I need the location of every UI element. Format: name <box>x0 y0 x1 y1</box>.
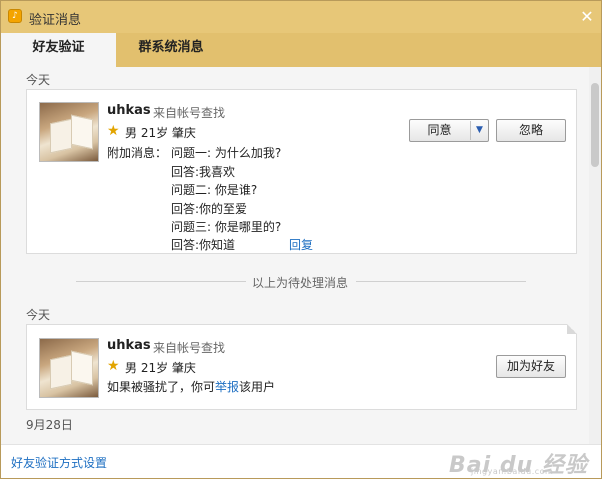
day-label-sep28: 9月28日 <box>26 418 73 432</box>
avatar[interactable] <box>39 102 99 162</box>
avatar[interactable] <box>39 338 99 398</box>
vertical-scrollbar[interactable] <box>589 67 601 444</box>
harass-notice: 如果被骚扰了，你可举报该用户 <box>107 380 276 394</box>
username[interactable]: uhkas <box>107 103 151 118</box>
verification-messages-window: ♪ 验证消息 ✕ 好友验证 群系统消息 今天 uhkas 来自帐号查找 ★ 男 … <box>0 0 602 479</box>
speaker-icon: ♪ <box>8 9 22 23</box>
question-3: 问题三: 你是哪里的? <box>171 220 282 234</box>
baidu-jingyan-watermark: Bai du 经验 jingyan.baidu.com <box>449 453 588 478</box>
scroll-thumb[interactable] <box>591 83 599 167</box>
question-1: 问题一: 为什么加我? <box>171 146 282 160</box>
footer-bar: 好友验证方式设置 Bai du 经验 jingyan.baidu.com <box>1 444 601 478</box>
close-icon[interactable]: ✕ <box>579 9 595 25</box>
dropdown-arrow-icon[interactable]: ▼ <box>470 121 488 140</box>
request-source: 来自帐号查找 <box>153 106 226 120</box>
day-label-handled: 今天 <box>26 308 51 322</box>
answer-1: 回答:我喜欢 <box>171 165 236 179</box>
divider-text: 以上为待处理消息 <box>252 276 349 290</box>
window-title: 验证消息 <box>29 13 82 28</box>
tab-friend-verification[interactable]: 好友验证 <box>1 33 116 67</box>
star-icon: ★ <box>107 358 120 374</box>
tab-group-system-messages[interactable]: 群系统消息 <box>116 33 226 67</box>
reply-link[interactable]: 回复 <box>289 236 313 253</box>
handled-request-card: uhkas 来自帐号查找 ★ 男 21岁 肇庆 如果被骚扰了，你可举报该用户 加… <box>26 324 577 410</box>
question-2: 问题二: 你是谁? <box>171 183 258 197</box>
user-info: 男 21岁 肇庆 <box>125 361 196 375</box>
pending-divider: 以上为待处理消息 <box>26 274 577 290</box>
agree-button[interactable]: 同意 <box>410 120 469 141</box>
report-link[interactable]: 举报 <box>215 380 239 394</box>
answer-2: 回答:你的至爱 <box>171 202 248 216</box>
message-list: 今天 uhkas 来自帐号查找 ★ 男 21岁 肇庆 附加消息： 问题一: 为什… <box>1 67 601 444</box>
extra-message-label: 附加消息： <box>107 146 168 160</box>
ignore-button[interactable]: 忽略 <box>496 119 566 142</box>
user-info: 男 21岁 肇庆 <box>125 126 196 140</box>
pending-request-card: uhkas 来自帐号查找 ★ 男 21岁 肇庆 附加消息： 问题一: 为什么加我… <box>26 89 577 254</box>
star-icon: ★ <box>107 123 120 139</box>
add-friend-button[interactable]: 加为好友 <box>496 355 566 378</box>
request-source: 来自帐号查找 <box>153 341 226 355</box>
answer-3: 回答:你知道 <box>171 238 236 252</box>
day-label-pending: 今天 <box>26 73 51 87</box>
tab-bar: 好友验证 群系统消息 <box>1 33 601 67</box>
title-bar[interactable]: ♪ 验证消息 ✕ <box>1 1 601 33</box>
username[interactable]: uhkas <box>107 338 151 353</box>
agree-split-button: 同意 ▼ <box>409 119 489 142</box>
verification-settings-link[interactable]: 好友验证方式设置 <box>11 454 107 471</box>
